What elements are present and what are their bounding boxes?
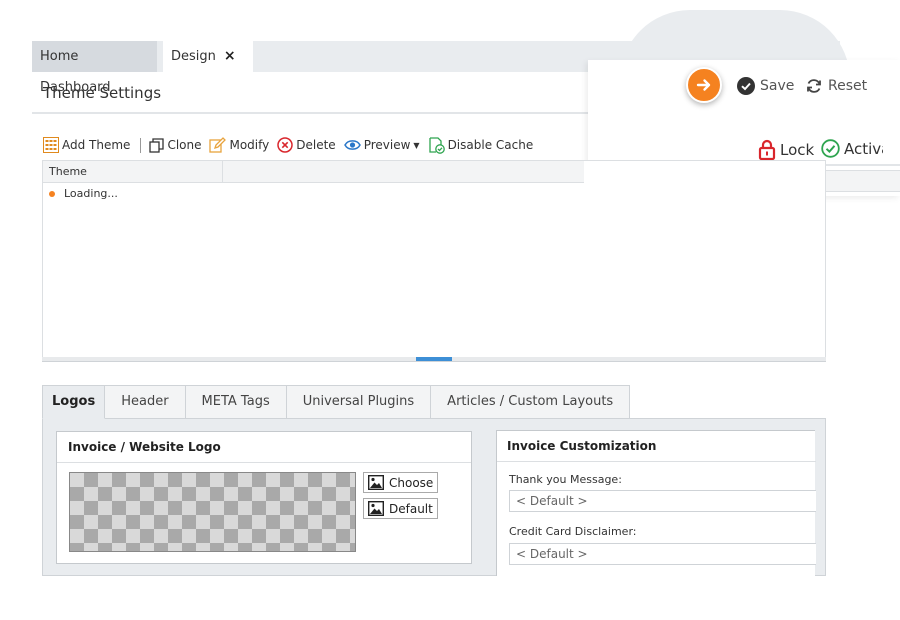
delete-button[interactable]: Delete [277, 137, 336, 153]
tab-logos[interactable]: Logos [42, 385, 106, 419]
tab-universal-plugins[interactable]: Universal Plugins [286, 385, 432, 419]
copy-icon [149, 137, 165, 153]
loading-indicator: Loading... [49, 187, 118, 200]
thank-you-message-label: Thank you Message: [509, 473, 622, 486]
close-tab-icon[interactable]: × [224, 48, 236, 64]
eye-icon [343, 140, 361, 150]
modify-label: Modify [229, 138, 270, 152]
splitter-handle[interactable] [416, 357, 452, 361]
tab-header[interactable]: Header [105, 385, 186, 419]
tab-meta-tags[interactable]: META Tags [185, 385, 287, 419]
cache-check-icon [428, 136, 445, 154]
tab-home-dashboard[interactable]: Home Dashboard [32, 41, 157, 95]
logo-preview-image [69, 472, 356, 552]
column-header-theme[interactable]: Theme [43, 161, 223, 182]
disable-cache-label: Disable Cache [447, 138, 534, 152]
image-icon [368, 501, 384, 516]
settings-tabs: Logos Header META Tags Universal Plugins… [42, 385, 631, 419]
tab-design[interactable]: Design × [163, 41, 253, 72]
page-title: Theme Settings [43, 84, 162, 102]
default-logo-button[interactable]: Default [363, 498, 438, 519]
refresh-icon [807, 79, 821, 93]
grid-header: Theme [43, 161, 584, 183]
logo-section-title: Invoice / Website Logo [57, 432, 471, 463]
lock-icon [758, 139, 776, 160]
activate-button[interactable]: Activa [821, 139, 883, 158]
credit-card-disclaimer-input[interactable]: < Default > [509, 543, 816, 565]
go-arrow-button[interactable] [686, 67, 722, 103]
title-divider [32, 112, 588, 114]
image-icon [368, 475, 384, 490]
modify-button[interactable]: Modify [209, 137, 269, 153]
save-label: Save [760, 78, 795, 94]
check-circle-icon [737, 77, 755, 95]
pane-splitter[interactable] [42, 357, 826, 362]
credit-card-disclaimer-label: Credit Card Disclaimer: [509, 525, 637, 538]
invoice-section-title: Invoice Customization [497, 431, 816, 462]
logo-section: Invoice / Website Logo Choose Default [56, 431, 472, 564]
reset-label: Reset [828, 78, 868, 94]
delete-label: Delete [296, 138, 336, 152]
clone-button[interactable]: Clone [149, 137, 202, 153]
reset-button[interactable]: Reset [805, 76, 867, 96]
tab-design-label: Design [171, 49, 216, 64]
theme-toolbar: Add Theme Clone Modify Delete Preview ▼ … [43, 135, 541, 155]
delete-circle-icon [277, 137, 293, 153]
lock-button[interactable]: Lock [758, 139, 814, 160]
tab-articles-custom-layouts[interactable]: Articles / Custom Layouts [431, 385, 631, 419]
invoice-customization-section: Invoice Customization Thank you Message:… [496, 430, 816, 576]
toolbar-separator [140, 137, 142, 153]
add-theme-label: Add Theme [62, 138, 131, 152]
clone-label: Clone [167, 138, 202, 152]
loading-dot-icon [49, 190, 55, 197]
themes-grid[interactable]: Theme Loading... [42, 160, 826, 358]
preview-label: Preview [363, 138, 411, 152]
choose-label: Choose [389, 475, 434, 490]
default-label: Default [389, 501, 433, 516]
add-theme-button[interactable]: Add Theme [43, 137, 130, 153]
preview-button[interactable]: Preview ▼ [343, 138, 420, 152]
disable-cache-button[interactable]: Disable Cache [428, 136, 534, 154]
loading-text: Loading... [64, 187, 118, 200]
save-button[interactable]: Save [737, 76, 794, 96]
dropdown-caret-icon[interactable]: ▼ [413, 141, 419, 150]
grid-add-icon [43, 137, 59, 153]
choose-logo-button[interactable]: Choose [363, 472, 438, 493]
lock-label: Lock [780, 140, 815, 159]
check-circle-icon [821, 139, 840, 158]
activate-label: Activa [844, 139, 883, 158]
thank-you-message-input[interactable]: < Default > [509, 490, 816, 512]
edit-icon [209, 137, 227, 153]
arrow-right-icon [696, 79, 711, 91]
